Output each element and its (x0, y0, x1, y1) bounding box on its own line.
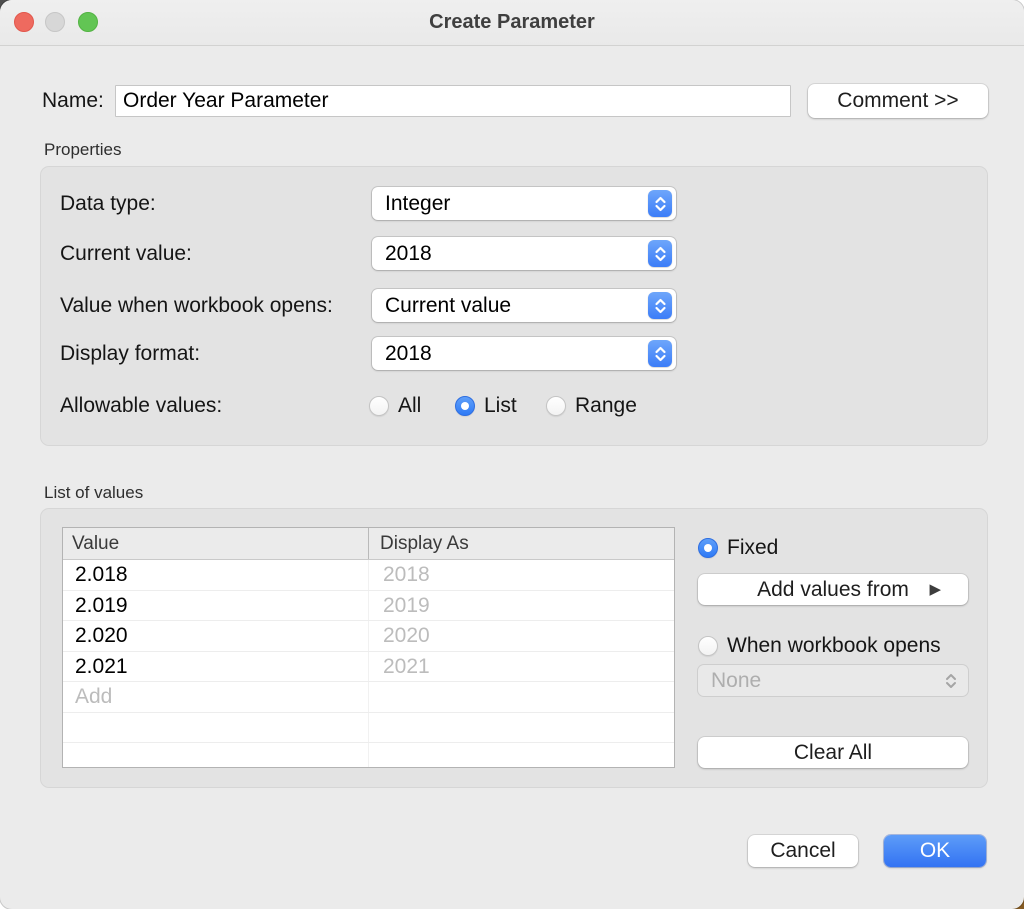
radio-list-icon[interactable] (455, 396, 475, 416)
empty-row (63, 713, 674, 744)
value-cell[interactable]: 2.019 (63, 591, 369, 621)
current-value-select[interactable]: 2018 (372, 237, 676, 270)
value-when-workbook-opens-select[interactable]: Current value (372, 289, 676, 322)
table-row[interactable]: 2.018 2018 (63, 560, 674, 591)
properties-section-label: Properties (44, 140, 121, 160)
display-as-cell[interactable]: 2019 (369, 591, 674, 621)
allowable-values-label: Allowable values: (60, 389, 222, 422)
value-cell[interactable]: 2.018 (63, 560, 369, 590)
zoom-window-icon[interactable] (78, 12, 98, 32)
source-select: None (698, 665, 968, 696)
empty-row (63, 743, 674, 767)
radio-fixed[interactable]: Fixed (698, 531, 778, 564)
value-cell[interactable]: 2.021 (63, 652, 369, 682)
ok-button[interactable]: OK (884, 835, 986, 867)
clear-all-button[interactable]: Clear All (698, 737, 968, 768)
up-down-chevrons-icon (648, 340, 672, 367)
radio-range-icon[interactable] (546, 396, 566, 416)
create-parameter-dialog: Create Parameter Name: Comment >> Proper… (0, 0, 1024, 909)
current-value-value: 2018 (385, 237, 432, 270)
window-title: Create Parameter (0, 0, 1024, 45)
data-type-select[interactable]: Integer (372, 187, 676, 220)
up-down-chevrons-icon (648, 240, 672, 267)
up-down-chevrons-icon (648, 292, 672, 319)
radio-list[interactable]: List (455, 389, 517, 422)
table-header[interactable]: Value Display As (63, 528, 674, 560)
title-bar[interactable]: Create Parameter (0, 0, 1024, 46)
radio-all[interactable]: All (369, 389, 421, 422)
display-format-select[interactable]: 2018 (372, 337, 676, 370)
source-select-value: None (711, 665, 761, 698)
display-format-label: Display format: (60, 337, 200, 370)
cancel-button[interactable]: Cancel (748, 835, 858, 867)
column-header-display-as[interactable]: Display As (369, 528, 674, 559)
display-format-value: 2018 (385, 337, 432, 370)
display-as-cell[interactable]: 2018 (369, 560, 674, 590)
right-triangle-icon: ▶ (929, 574, 941, 605)
column-header-value[interactable]: Value (63, 528, 369, 559)
value-cell[interactable]: 2.020 (63, 621, 369, 651)
comment-button[interactable]: Comment >> (808, 84, 988, 118)
data-type-label: Data type: (60, 187, 156, 220)
close-window-icon[interactable] (14, 12, 34, 32)
minimize-window-icon (45, 12, 65, 32)
radio-range[interactable]: Range (546, 389, 637, 422)
add-value-cell[interactable]: Add (63, 682, 369, 712)
table-row[interactable]: 2.020 2020 (63, 621, 674, 652)
table-row[interactable]: 2.021 2021 (63, 652, 674, 683)
up-down-chevrons-icon (648, 190, 672, 217)
radio-when-workbook-opens-icon[interactable] (698, 636, 718, 656)
table-row[interactable]: 2.019 2019 (63, 591, 674, 622)
display-as-cell[interactable]: 2021 (369, 652, 674, 682)
radio-fixed-icon[interactable] (698, 538, 718, 558)
name-input[interactable] (115, 85, 791, 117)
radio-when-workbook-opens[interactable]: When workbook opens (698, 629, 941, 662)
add-values-from-button[interactable]: Add values from ▶ (698, 574, 968, 605)
list-of-values-section-label: List of values (44, 483, 143, 503)
name-label: Name: (42, 84, 104, 117)
display-as-cell (369, 682, 674, 712)
add-row[interactable]: Add (63, 682, 674, 713)
radio-all-icon[interactable] (369, 396, 389, 416)
value-when-workbook-opens-value: Current value (385, 289, 511, 322)
data-type-value: Integer (385, 187, 450, 220)
values-table[interactable]: Value Display As 2.018 2018 2.019 2019 2… (62, 527, 675, 768)
current-value-label: Current value: (60, 237, 192, 270)
value-when-workbook-opens-label: Value when workbook opens: (60, 289, 333, 322)
up-down-chevrons-icon (944, 665, 958, 696)
display-as-cell[interactable]: 2020 (369, 621, 674, 651)
